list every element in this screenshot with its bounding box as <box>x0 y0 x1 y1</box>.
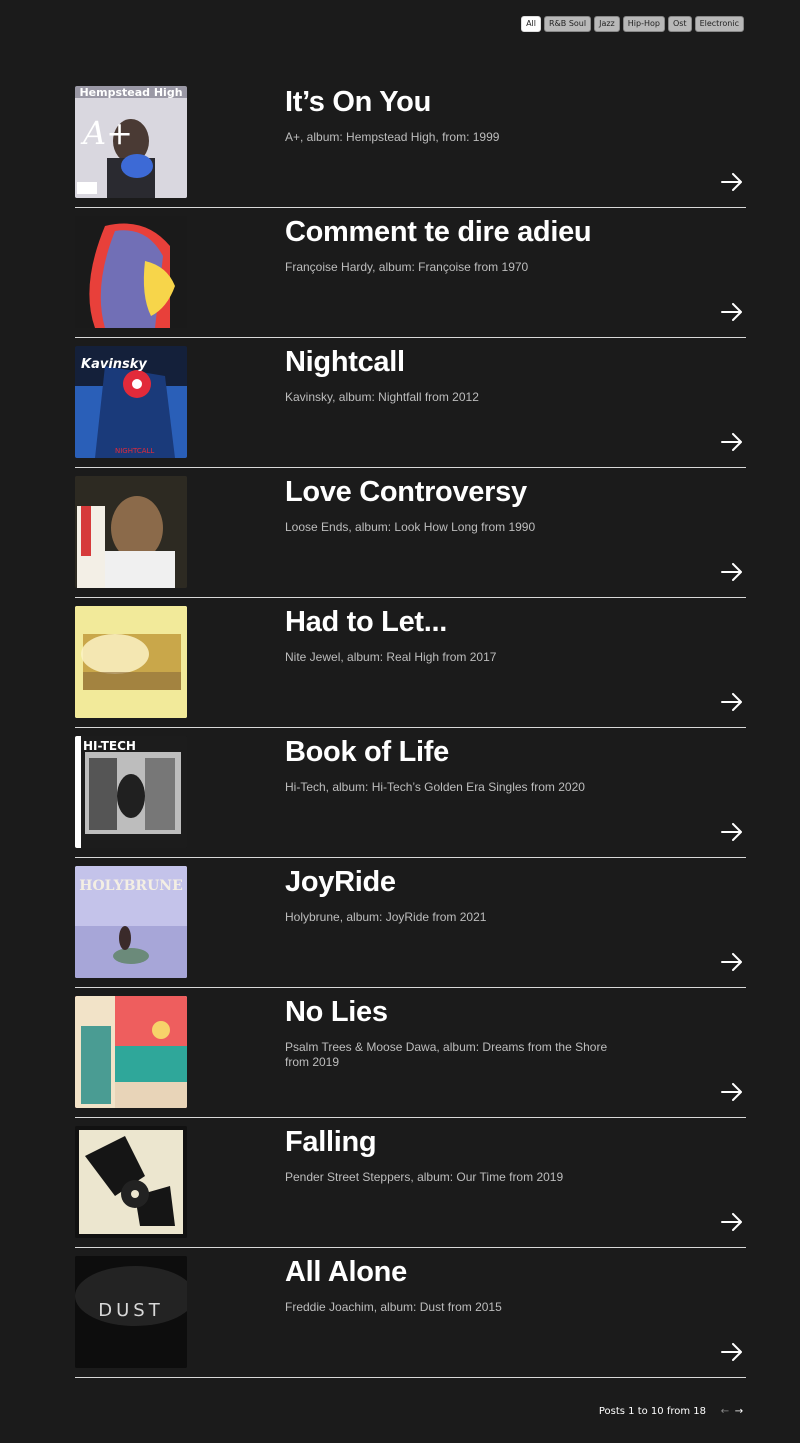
post-title[interactable]: JoyRide <box>285 866 396 899</box>
post-meta: Loose Ends, album: Look How Long from 19… <box>285 520 536 534</box>
filter-all[interactable]: All <box>521 16 541 32</box>
album-cover-art: Kavinsky NIGHTCALL <box>75 346 187 458</box>
post-item[interactable]: Falling Pender Street Steppers, album: Ou… <box>75 1118 746 1248</box>
prev-page-button[interactable]: ← <box>718 1406 732 1417</box>
post-item[interactable]: Comment te dire adieu Françoise Hardy, al… <box>75 208 746 338</box>
post-item[interactable]: HOLYBRUNE JoyRide Holybrune, album: JoyRid… <box>75 858 746 988</box>
album-cover[interactable]: Kavinsky NIGHTCALL <box>75 346 187 458</box>
svg-text:NIGHTCALL: NIGHTCALL <box>115 447 154 455</box>
post-item[interactable]: Had to Let... Nite Jewel, album: Real Hig… <box>75 598 746 728</box>
album-cover-art: DUST <box>75 1256 187 1368</box>
post-title[interactable]: Nightcall <box>285 346 405 379</box>
post-title[interactable]: Book of Life <box>285 736 449 769</box>
album-cover[interactable]: Hempstead High A+ <box>75 86 187 198</box>
post-title[interactable]: Had to Let... <box>285 606 447 639</box>
next-page-button[interactable]: → <box>732 1406 746 1417</box>
post-meta: Kavinsky, album: Nightfall from 2012 <box>285 390 479 404</box>
album-cover[interactable] <box>75 996 187 1108</box>
pagination-label: Posts 1 to 10 from 18 <box>598 1406 706 1417</box>
album-cover[interactable]: HOLYBRUNE <box>75 866 187 978</box>
open-post-button[interactable] <box>721 823 743 846</box>
album-cover-art <box>75 1126 187 1238</box>
album-cover[interactable]: HI-TECH <box>75 736 187 848</box>
arrow-right-icon <box>721 433 742 451</box>
album-cover-art <box>75 996 187 1108</box>
arrow-right-icon <box>721 823 742 841</box>
arrow-right-icon <box>721 1343 742 1361</box>
arrow-right-icon <box>721 1083 742 1101</box>
open-post-button[interactable] <box>721 173 743 196</box>
post-meta: Pender Street Steppers, album: Our Time … <box>285 1170 564 1184</box>
filter-ost[interactable]: Ost <box>667 16 692 32</box>
open-post-button[interactable] <box>721 1213 743 1236</box>
open-post-button[interactable] <box>721 1343 743 1366</box>
album-cover-art <box>75 216 187 328</box>
open-post-button[interactable] <box>721 303 743 326</box>
album-cover-art: HOLYBRUNE <box>75 866 187 978</box>
open-post-button[interactable] <box>721 693 743 716</box>
post-meta: Hi-Tech, album: Hi-Tech’s Golden Era Sin… <box>285 780 585 794</box>
post-list: Hempstead High A+ It’s On You A+, album: He… <box>75 78 746 1378</box>
arrow-right-icon <box>721 693 742 711</box>
svg-text:HOLYBRUNE: HOLYBRUNE <box>79 878 183 894</box>
album-cover-art <box>75 476 187 588</box>
album-cover-art: Hempstead High A+ <box>75 86 187 198</box>
album-cover-art: HI-TECH <box>75 736 187 848</box>
post-title[interactable]: All Alone <box>285 1256 407 1289</box>
svg-text:Kavinsky: Kavinsky <box>81 357 147 372</box>
open-post-button[interactable] <box>721 1083 743 1106</box>
filter-r-b-soul[interactable]: R&B Soul <box>543 16 592 32</box>
pagination: Posts 1 to 10 from 18 ← → <box>599 1406 746 1417</box>
post-item[interactable]: No Lies Psalm Trees & Moose Dawa, album: … <box>75 988 746 1118</box>
post-meta: Françoise Hardy, album: Françoise from 1… <box>285 260 529 274</box>
post-title[interactable]: Comment te dire adieu <box>285 216 592 249</box>
open-post-button[interactable] <box>721 563 743 586</box>
arrow-right-icon <box>721 953 742 971</box>
filter-electronic[interactable]: Electronic <box>694 16 744 32</box>
post-title[interactable]: Love Controversy <box>285 476 527 509</box>
svg-text:A+: A+ <box>80 114 133 152</box>
post-item[interactable]: Kavinsky NIGHTCALL Nightcall Kavinsky, albu… <box>75 338 746 468</box>
svg-text:HI-TECH: HI-TECH <box>83 739 136 753</box>
post-meta: A+, album: Hempstead High, from: 1999 <box>285 130 500 144</box>
svg-text:Hempstead High: Hempstead High <box>79 86 182 99</box>
album-cover[interactable]: DUST <box>75 1256 187 1368</box>
post-title[interactable]: It’s On You <box>285 86 431 119</box>
post-item[interactable]: DUST All Alone Freddie Joachim, album: Dus… <box>75 1248 746 1378</box>
arrow-right-icon <box>721 303 742 321</box>
post-item[interactable]: Love Controversy Loose Ends, album: Look … <box>75 468 746 598</box>
arrow-right-icon <box>721 173 742 191</box>
post-meta: Freddie Joachim, album: Dust from 2015 <box>285 1300 502 1314</box>
post-title[interactable]: Falling <box>285 1126 377 1159</box>
svg-text:DUST: DUST <box>98 1300 163 1321</box>
arrow-right-icon <box>721 563 742 581</box>
filter-hip-hop[interactable]: Hip-Hop <box>622 16 665 32</box>
post-title[interactable]: No Lies <box>285 996 388 1029</box>
album-cover[interactable] <box>75 1126 187 1238</box>
post-meta: Holybrune, album: JoyRide from 2021 <box>285 910 487 924</box>
album-cover[interactable] <box>75 216 187 328</box>
album-cover-art <box>75 606 187 718</box>
open-post-button[interactable] <box>721 433 743 456</box>
post-meta: Psalm Trees & Moose Dawa, album: Dreams … <box>285 1040 608 1069</box>
post-item[interactable]: HI-TECH Book of Life Hi-Tech, album: Hi-Te… <box>75 728 746 858</box>
genre-filter-bar: All R&B Soul Jazz Hip-Hop Ost Electronic <box>521 16 744 32</box>
post-item[interactable]: Hempstead High A+ It’s On You A+, album: He… <box>75 78 746 208</box>
album-cover[interactable] <box>75 606 187 718</box>
post-meta: Nite Jewel, album: Real High from 2017 <box>285 650 497 664</box>
open-post-button[interactable] <box>721 953 743 976</box>
album-cover[interactable] <box>75 476 187 588</box>
filter-jazz[interactable]: Jazz <box>594 16 620 32</box>
arrow-right-icon <box>721 1213 742 1231</box>
